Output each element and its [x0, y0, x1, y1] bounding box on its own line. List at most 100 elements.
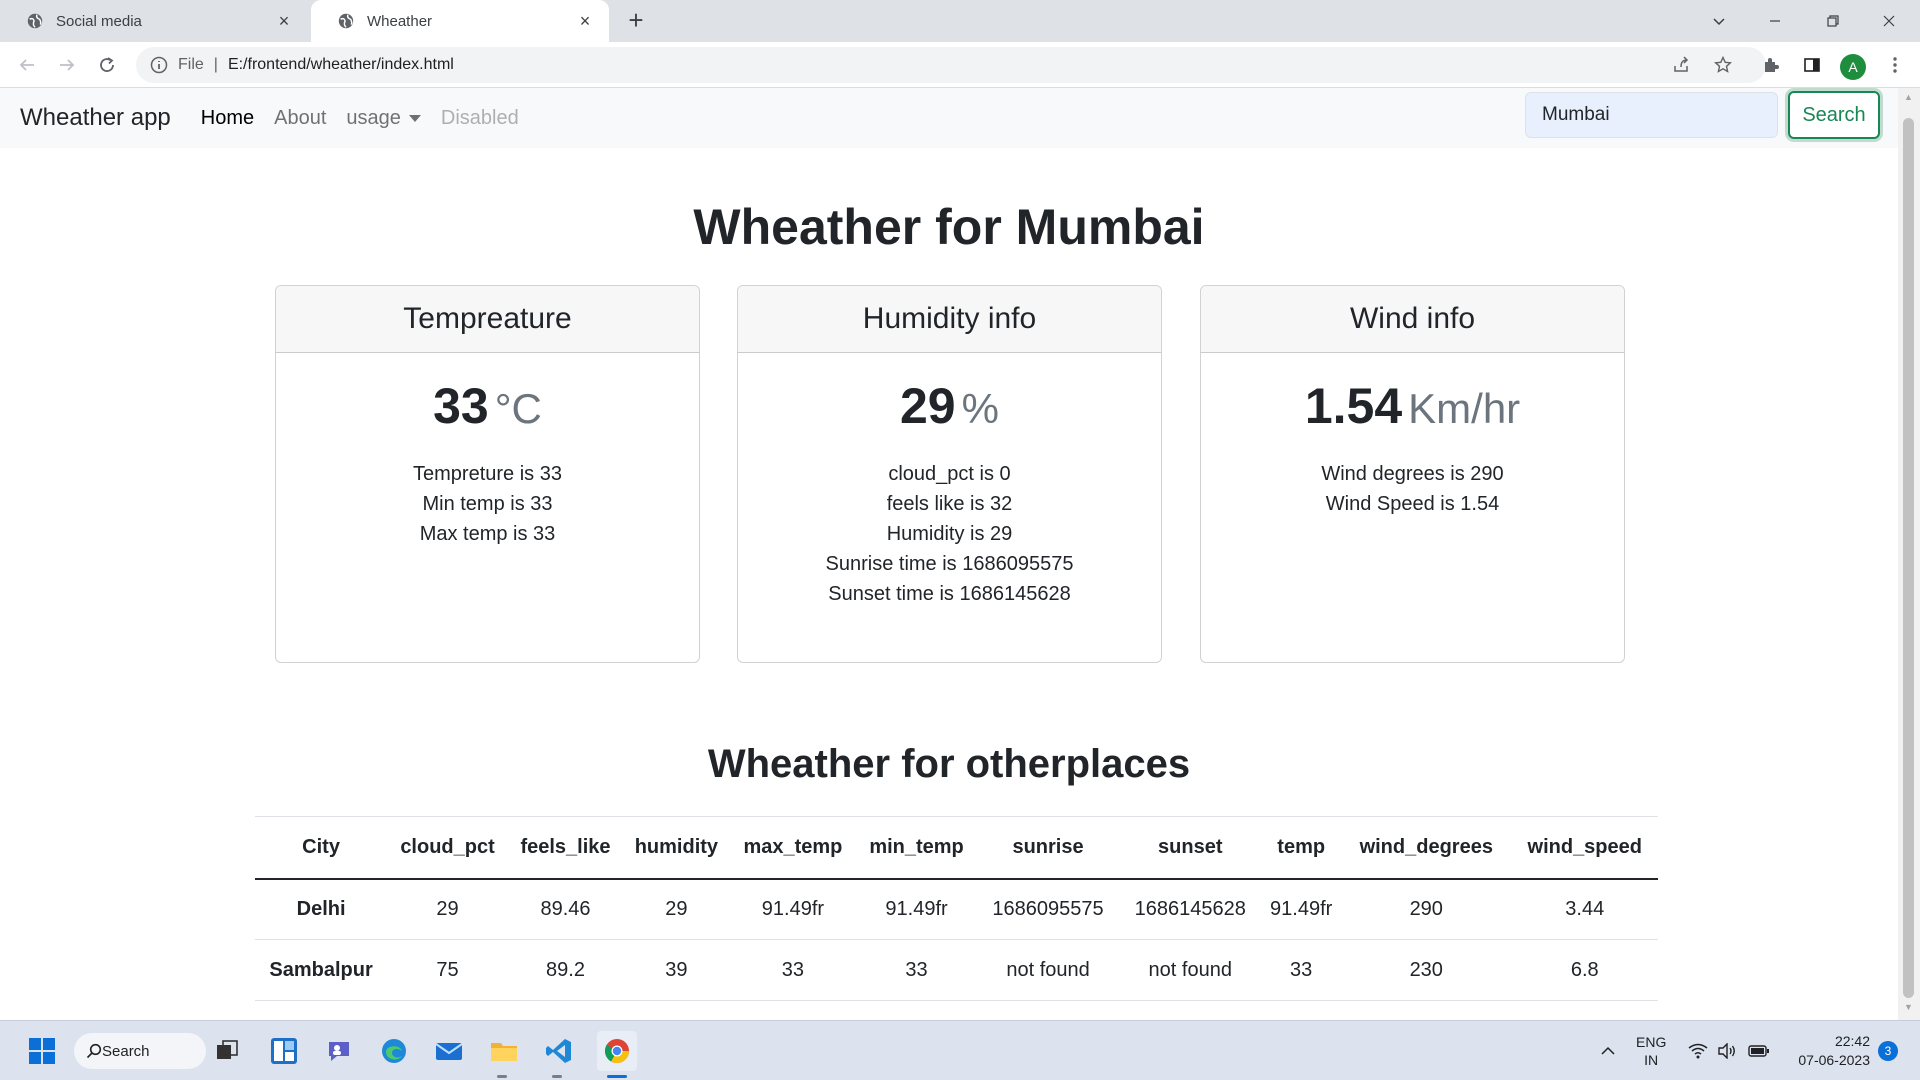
task-view-icon[interactable] — [210, 1034, 244, 1068]
tab-strip: Social media × Wheather × + — [0, 0, 1920, 42]
scroll-up-arrow-icon[interactable]: ▲ — [1903, 92, 1914, 104]
column-header: max_temp — [729, 816, 857, 880]
wind-speed-value: 1.54 — [1304, 378, 1403, 434]
card-value: 1.54 Km/hr — [1201, 377, 1624, 437]
card-header: Tempreature — [276, 286, 699, 353]
info-icon[interactable] — [150, 56, 168, 74]
new-tab-button[interactable]: + — [622, 7, 650, 35]
reload-icon[interactable] — [92, 50, 122, 80]
forward-icon[interactable] — [52, 50, 82, 80]
notification-center[interactable]: 3 — [1878, 1021, 1898, 1080]
nav-link-about[interactable]: About — [274, 107, 326, 130]
column-header: cloud_pct — [387, 816, 508, 880]
temperature-value: 33 — [433, 378, 489, 434]
column-header: wind_degrees — [1340, 816, 1512, 880]
table-cell: not found — [976, 939, 1120, 1001]
table-cell: 91.49fr — [1261, 878, 1341, 940]
extensions-icon[interactable] — [1756, 50, 1786, 80]
column-header: min_temp — [856, 816, 977, 880]
address-bar[interactable]: File | E:/frontend/wheather/index.html — [136, 47, 1766, 83]
detail-line: Tempreture is 33 — [413, 463, 562, 485]
humidity-card: Humidity info 29% cloud_pct is 0 feels l… — [737, 285, 1162, 663]
column-header: humidity — [623, 816, 730, 880]
page-scrollbar[interactable]: ▲ ▼ — [1898, 88, 1920, 1020]
table-cell: 33 — [1261, 939, 1341, 1001]
file-explorer-icon[interactable] — [487, 1034, 521, 1068]
taskbar: Search ENG IN 22:42 07-06-2023 3 — [0, 1020, 1920, 1080]
column-header: temp — [1261, 816, 1341, 880]
show-hidden-icons-chevron-icon[interactable] — [1600, 1021, 1616, 1080]
navbar-brand[interactable]: Wheather app — [20, 104, 171, 132]
other-places-table: City cloud_pct feels_like humidity max_t… — [255, 816, 1658, 1001]
tab-search-chevron-icon[interactable] — [1696, 0, 1742, 42]
search-button[interactable]: Search — [1788, 91, 1880, 139]
table-cell: 290 — [1340, 878, 1512, 940]
card-value: 29% — [738, 377, 1161, 437]
table-cell: 75 — [387, 939, 508, 1001]
widgets-icon[interactable] — [267, 1034, 301, 1068]
tab-social-media[interactable]: Social media × — [0, 0, 308, 42]
active-app-indicator — [607, 1075, 627, 1078]
detail-line: Wind Speed is 1.54 — [1325, 493, 1500, 515]
card-value: 33 °C — [276, 377, 699, 437]
url-text[interactable]: E:/frontend/wheather/index.html — [228, 56, 454, 74]
teams-chat-icon[interactable] — [322, 1034, 356, 1068]
humidity-unit: % — [961, 385, 999, 432]
caret-down-icon — [408, 114, 421, 122]
kebab-menu-icon[interactable] — [1880, 50, 1910, 80]
wifi-icon[interactable] — [1688, 1021, 1708, 1080]
detail-line: Max temp is 33 — [419, 523, 556, 545]
section-title: Wheather for otherplaces — [707, 742, 1191, 786]
table-cell: 91.49fr — [856, 878, 977, 940]
table-cell: 39 — [623, 939, 730, 1001]
table-cell: 89.2 — [507, 939, 624, 1001]
edge-browser-icon[interactable] — [377, 1034, 411, 1068]
close-tab-icon[interactable]: × — [575, 11, 595, 32]
share-icon[interactable] — [1666, 50, 1696, 80]
scheme-label: File — [178, 56, 204, 73]
table-cell: 1686145628 — [1119, 878, 1262, 940]
column-header: sunset — [1119, 816, 1262, 880]
table-cell: not found — [1119, 939, 1262, 1001]
taskbar-search-label: Search — [102, 1042, 150, 1060]
column-header: sunrise — [976, 816, 1120, 880]
clock-date: 07-06-2023 — [1798, 1052, 1870, 1068]
restore-icon[interactable] — [1810, 0, 1856, 42]
close-tab-icon[interactable]: × — [274, 11, 294, 32]
windows-start-icon[interactable] — [25, 1034, 59, 1068]
battery-icon[interactable] — [1748, 1021, 1770, 1080]
tab-title: Social media — [56, 12, 142, 30]
nav-link-home[interactable]: Home — [201, 107, 254, 130]
chrome-icon[interactable] — [597, 1031, 637, 1071]
table-cell: 29 — [387, 878, 508, 940]
globe-icon — [27, 13, 43, 29]
city-search-input[interactable] — [1525, 92, 1778, 138]
language-indicator[interactable]: ENG IN — [1636, 1021, 1666, 1080]
detail-line: Min temp is 33 — [422, 493, 553, 515]
detail-line: Humidity is 29 — [886, 523, 1013, 545]
temperature-unit: °C — [494, 385, 542, 432]
nav-dropdown-usage[interactable]: usage — [346, 107, 421, 130]
clock[interactable]: 22:42 07-06-2023 — [1786, 1021, 1870, 1080]
detail-line: Sunset time is 1686145628 — [828, 583, 1071, 605]
vscode-icon[interactable] — [542, 1034, 576, 1068]
volume-icon[interactable] — [1717, 1021, 1737, 1080]
scroll-down-arrow-icon[interactable]: ▼ — [1903, 1002, 1914, 1014]
nav-dropdown-label: usage — [346, 106, 401, 129]
mail-icon[interactable] — [432, 1034, 466, 1068]
region-label: IN — [1644, 1052, 1659, 1068]
side-panel-icon[interactable] — [1797, 50, 1827, 80]
search-icon — [86, 1043, 102, 1059]
bookmark-star-icon[interactable] — [1708, 50, 1738, 80]
tab-title: Wheather — [367, 12, 433, 30]
profile-avatar[interactable]: A — [1840, 54, 1866, 80]
tab-wheather[interactable]: Wheather × — [311, 0, 609, 42]
minimize-icon[interactable] — [1752, 0, 1798, 42]
running-indicator — [552, 1075, 562, 1078]
taskbar-search[interactable]: Search — [74, 1033, 206, 1069]
close-window-icon[interactable] — [1866, 0, 1912, 42]
table-row: Sambalpur 75 89.2 39 33 33 not found not… — [255, 939, 1658, 1001]
card-details: Tempreture is 33 Min temp is 33 Max temp… — [276, 459, 699, 549]
scrollbar-thumb[interactable] — [1903, 118, 1914, 998]
back-icon[interactable] — [12, 50, 42, 80]
